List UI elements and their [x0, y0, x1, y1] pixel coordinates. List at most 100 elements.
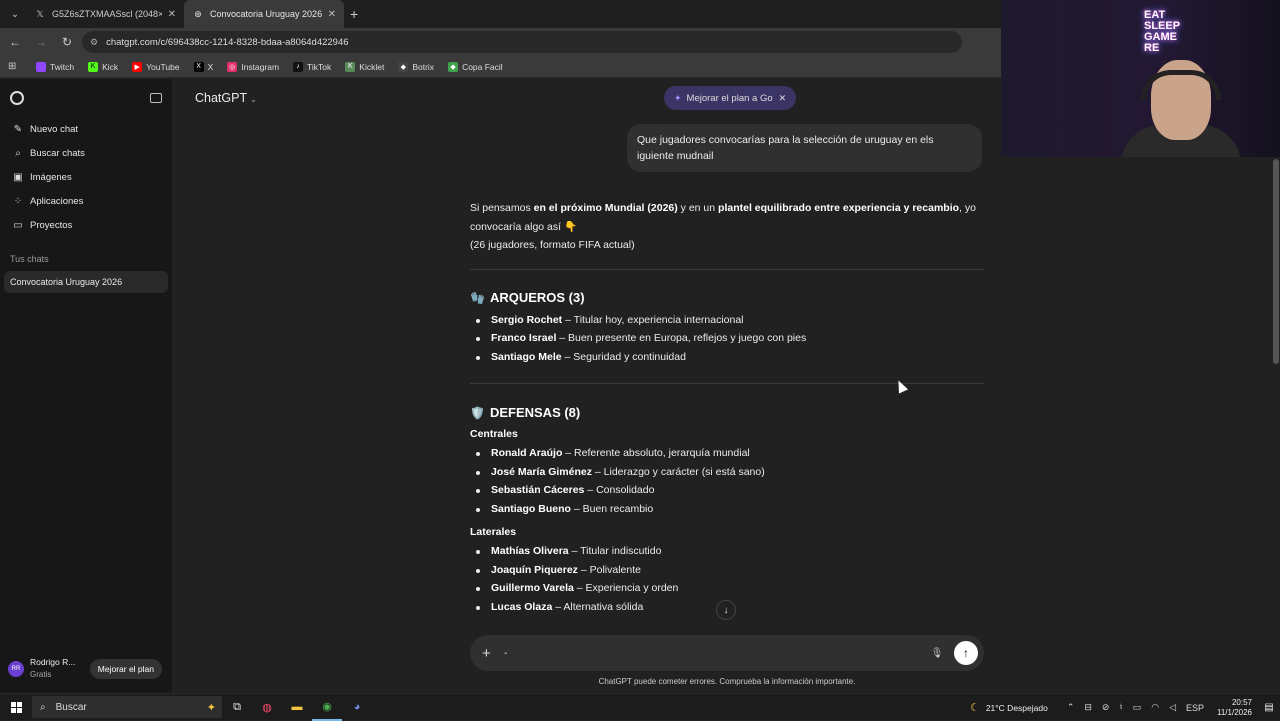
back-icon[interactable]: ←	[4, 31, 26, 53]
bookmark-botrix[interactable]: ◆ Botrix	[398, 61, 434, 72]
copa-facil-icon: ◆	[448, 61, 459, 72]
site-info-icon[interactable]: ⚙	[90, 37, 98, 48]
bookmark-tiktok[interactable]: ♪ TikTok	[293, 61, 331, 72]
sidebar-item-search-chats[interactable]: ⌕ Buscar chats	[0, 141, 172, 165]
sidebar-item-projects[interactable]: ▭ Proyectos	[0, 213, 172, 237]
tray-icons: ⌃ ⊟ ⊘ ♮ ▭ ◠ ◁ ESP	[1062, 702, 1209, 713]
message-composer: + 🎙 ↑	[470, 635, 984, 671]
disclaimer-text: ChatGPT puede cometer errores. Comprueba…	[598, 677, 856, 686]
clock[interactable]: 20:57 11/1/2026	[1217, 698, 1252, 718]
twitch-icon	[36, 61, 46, 72]
chatgpt-icon: ⊛	[194, 8, 202, 19]
bookmark-copa-facil[interactable]: ◆ Copa Facil	[448, 61, 503, 72]
chevron-up-icon[interactable]: ⌃	[1067, 702, 1075, 713]
list-item: Ronald Araújo – Referente absoluto, jera…	[470, 444, 984, 463]
openai-logo-icon[interactable]	[10, 91, 24, 105]
moon-icon: ☾	[969, 702, 980, 714]
microphone-icon[interactable]: 🎙	[928, 648, 946, 659]
apps-grid-icon[interactable]: ⊞	[8, 61, 22, 72]
language-indicator[interactable]: ESP	[1186, 703, 1204, 713]
bookmark-kick[interactable]: K Kick	[88, 61, 118, 72]
scroll-down-button[interactable]: ↓	[716, 600, 736, 620]
scroll-thumb[interactable]	[1273, 159, 1279, 364]
folder-icon: ▭	[13, 219, 23, 231]
close-tab-icon[interactable]: ✕	[328, 9, 336, 20]
system-tray: ☾ 21°C Despejado ⌃ ⊟ ⊘ ♮ ▭ ◠ ◁ ESP 20:57…	[970, 694, 1280, 721]
bookmark-kicklet[interactable]: K Kicklet	[345, 61, 384, 72]
sidebar: ✎ Nuevo chat ⌕ Buscar chats ▣ Imágenes ⁘ Apl…	[0, 79, 172, 693]
tab-title: G5Z6sZTXMAASscl (2048×2048)	[52, 9, 162, 19]
assistant-message: Si pensamos en el próximo Mundial (2026)…	[470, 199, 984, 616]
task-view-icon[interactable]: ⧉	[222, 694, 252, 721]
file-explorer-icon[interactable]: ▬	[282, 694, 312, 721]
botrix-icon: ◆	[398, 61, 409, 72]
windows-start-icon[interactable]	[0, 701, 32, 713]
tab-search-chevron-icon[interactable]: ⌄	[4, 3, 26, 25]
windows-taskbar: ⌕ Buscar ✦ ⧉ ◍ ▬ ◉ ◕ ☾ 21°C Despejado ⌃ …	[0, 693, 1280, 721]
notifications-icon[interactable]: ▤	[1258, 702, 1280, 713]
plus-icon[interactable]: +	[482, 645, 496, 662]
url-field[interactable]: ⚙ chatgpt.com/c/696438cc-1214-8328-bdaa-…	[82, 31, 962, 53]
list-item: Sebastián Cáceres – Consolidado	[470, 481, 984, 500]
x-icon: X	[193, 61, 204, 72]
apps-icon: ⁘	[13, 195, 23, 207]
arrow-down-icon: ↓	[723, 604, 729, 616]
glove-icon: 🧤	[470, 291, 485, 306]
volume-icon[interactable]: ◁	[1169, 702, 1176, 713]
search-label: Buscar	[55, 701, 87, 713]
search-icon: ⌕	[15, 147, 21, 159]
user-info[interactable]: Rodrigo R... Gratis	[30, 657, 90, 680]
chats-section-label: Tus chats	[10, 254, 49, 264]
wifi-icon[interactable]: ◠	[1151, 702, 1159, 713]
model-selector[interactable]: ChatGPT ⌄	[195, 91, 257, 105]
upgrade-go-pill[interactable]: ✦ Mejorar el plan a Go ✕	[664, 86, 797, 110]
player-list-arqueros: Sergio Rochet – Titular hoy, experiencia…	[470, 311, 984, 367]
sidebar-item-new-chat[interactable]: ✎ Nuevo chat	[0, 117, 172, 141]
weather-widget[interactable]: ☾ 21°C Despejado	[970, 701, 1048, 714]
microphone-icon[interactable]: ♮	[1119, 702, 1122, 713]
battery-icon[interactable]: ▭	[1133, 702, 1142, 713]
chrome-icon[interactable]: ◉	[312, 694, 342, 721]
sidebar-item-apps[interactable]: ⁘ Aplicaciones	[0, 189, 172, 213]
forward-icon[interactable]: →	[30, 31, 52, 53]
app-icon[interactable]: ◍	[252, 694, 282, 721]
kicklet-icon: K	[345, 61, 356, 72]
bookmark-x[interactable]: XX	[193, 61, 213, 72]
promo-text: Mejorar el plan a Go	[686, 92, 773, 104]
close-icon[interactable]: ✕	[779, 93, 787, 104]
search-highlight-icon: ✦	[206, 701, 216, 714]
browser-tab-active[interactable]: ⊛ Convocatoria Uruguay 2026 ✕	[184, 0, 344, 28]
close-tab-icon[interactable]: ✕	[168, 9, 176, 20]
user-name: Rodrigo R...	[30, 657, 76, 668]
bookmark-youtube[interactable]: ▶ YouTube	[132, 61, 180, 72]
prompt-input[interactable]	[504, 647, 928, 659]
upgrade-plan-button[interactable]: Mejorar el plan	[89, 659, 162, 679]
divider	[470, 383, 984, 384]
list-item: Guillermo Varela – Experiencia y orden	[470, 579, 984, 598]
tray-app-icon[interactable]: ⊟	[1084, 702, 1092, 713]
chat-history-item[interactable]: Convocatoria Uruguay 2026	[4, 271, 168, 293]
taskbar-search[interactable]: ⌕ Buscar ✦	[32, 696, 222, 718]
discord-icon[interactable]: ◕	[342, 694, 372, 721]
network-off-icon[interactable]: ⊘	[1102, 702, 1110, 713]
section-title-arqueros: 🧤 ARQUEROS (3)	[470, 289, 984, 309]
sidebar-footer: RR Rodrigo R... Gratis Mejorar el plan	[0, 645, 172, 693]
bookmark-twitch[interactable]: Twitch	[36, 61, 74, 72]
scrollbar[interactable]	[1272, 159, 1280, 439]
tab-title: Convocatoria Uruguay 2026	[210, 9, 322, 19]
list-item: Mathías Olivera – Titular indiscutido	[470, 542, 984, 561]
reload-icon[interactable]: ↻	[56, 31, 78, 53]
list-item: Joaquín Piquerez – Polivalente	[470, 561, 984, 580]
send-button[interactable]: ↑	[954, 641, 978, 665]
bookmark-instagram[interactable]: ◎ Instagram	[227, 61, 279, 72]
avatar[interactable]: RR	[8, 661, 24, 677]
sidebar-toggle-icon[interactable]	[150, 93, 162, 103]
browser-tab[interactable]: 𝕏 G5Z6sZTXMAASscl (2048×2048) ✕	[26, 0, 184, 28]
list-item: José María Giménez – Liderazgo y carácte…	[470, 463, 984, 482]
sidebar-item-images[interactable]: ▣ Imágenes	[0, 165, 172, 189]
user-message-bubble: Que jugadores convocarías para la selecc…	[627, 124, 982, 172]
list-item: Sergio Rochet – Titular hoy, experiencia…	[470, 311, 984, 330]
kick-icon: K	[88, 61, 99, 72]
new-tab-button[interactable]: +	[350, 6, 358, 22]
sidebar-header	[0, 79, 172, 117]
